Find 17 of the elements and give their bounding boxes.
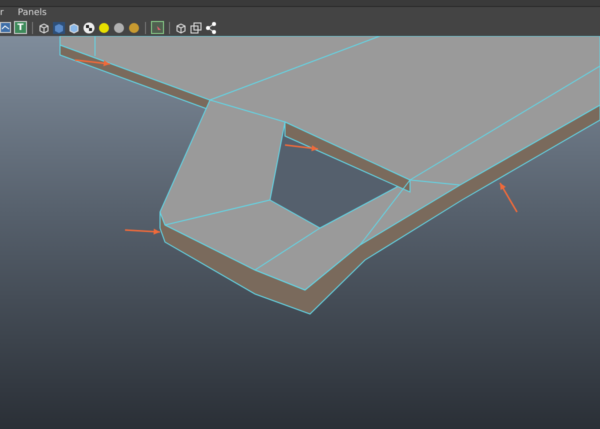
menu-item[interactable]: Panels bbox=[18, 7, 47, 19]
shaded-cube-icon[interactable] bbox=[68, 22, 80, 34]
light-sphere-icon[interactable] bbox=[113, 22, 125, 34]
annotation-arrow bbox=[284, 144, 318, 152]
light-sphere-icon[interactable] bbox=[98, 22, 110, 34]
wireframe-cube-icon[interactable] bbox=[175, 22, 187, 34]
checker-icon[interactable] bbox=[83, 22, 95, 34]
select-icon[interactable] bbox=[151, 21, 164, 34]
nodes-icon[interactable] bbox=[205, 22, 217, 34]
annotation-arrow bbox=[499, 182, 518, 212]
text-tool[interactable]: T bbox=[14, 21, 27, 34]
frames-icon[interactable] bbox=[190, 22, 202, 34]
annotation-arrow bbox=[124, 228, 160, 235]
menu-item[interactable]: r bbox=[0, 7, 4, 19]
annotation-arrow bbox=[74, 59, 110, 66]
wireframe-cube-icon[interactable] bbox=[38, 22, 50, 34]
light-sphere-icon[interactable] bbox=[128, 22, 140, 34]
